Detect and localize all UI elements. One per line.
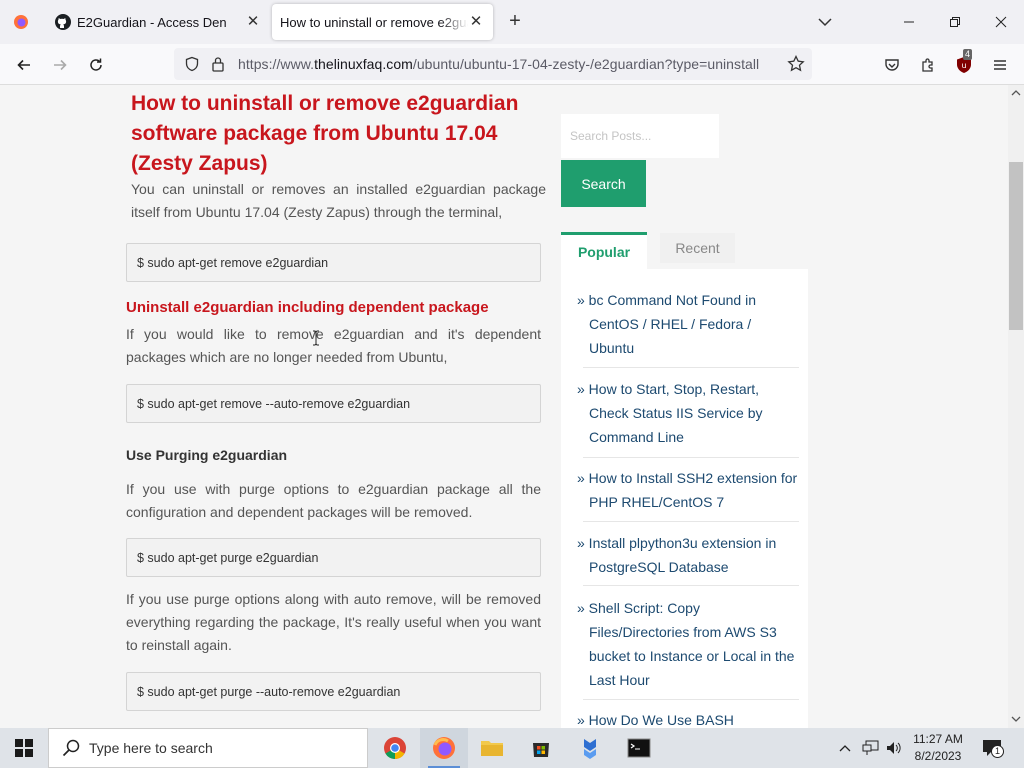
restore-icon[interactable] xyxy=(932,0,978,44)
divider xyxy=(583,367,799,368)
show-hidden-icons-chevron-icon[interactable] xyxy=(838,741,852,759)
windows-taskbar: Type here to search 11:27 AM 8/2/2023 1 xyxy=(0,728,1024,768)
hamburger-menu-icon[interactable] xyxy=(988,53,1012,77)
url-prefix: https://www. xyxy=(238,56,315,72)
tab-uninstall-e2guardian[interactable]: How to uninstall or remove e2guardian ✕ xyxy=(272,4,493,40)
minimize-icon[interactable] xyxy=(886,0,932,44)
back-arrow-icon[interactable] xyxy=(12,53,36,77)
popular-post-link[interactable]: » How Do We Use BASH xyxy=(575,708,799,728)
scrollbar-thumb[interactable] xyxy=(1009,162,1023,330)
dependent-paragraph: If you would like to remove e2guardian a… xyxy=(126,326,541,365)
clock-date: 8/2/2023 xyxy=(914,749,962,763)
taskbar-search-box[interactable]: Type here to search xyxy=(48,728,368,768)
url-path: /ubuntu/ubuntu-17-04-zesty-/e2guardian?t… xyxy=(412,56,760,72)
url-domain: thelinuxfaq.com xyxy=(314,56,413,72)
post-title: » Shell Script: Copy Files/Directories f… xyxy=(577,600,795,688)
popular-post-link[interactable]: » Install plpython3u extension in Postgr… xyxy=(575,531,799,579)
url-text[interactable]: https://www.thelinuxfaq.com/ubuntu/ubunt… xyxy=(238,56,759,72)
scroll-up-arrow-icon[interactable] xyxy=(1011,89,1021,97)
search-button[interactable]: Search xyxy=(561,160,646,207)
notification-center-icon[interactable]: 1 xyxy=(982,739,1004,762)
command-box[interactable]: $ sudo apt-get remove --auto-remove e2gu… xyxy=(126,384,541,423)
network-app-icon[interactable] xyxy=(566,728,614,768)
notification-count: 1 xyxy=(991,745,1004,758)
extensions-puzzle-icon[interactable] xyxy=(916,53,940,77)
tab-popular[interactable]: Popular xyxy=(561,232,647,270)
post-title: » bc Command Not Found in CentOS / RHEL … xyxy=(577,292,756,356)
firefox-taskbar-icon[interactable] xyxy=(420,728,468,768)
post-title: » Install plpython3u extension in Postgr… xyxy=(577,535,777,575)
firefox-view-icon[interactable] xyxy=(0,0,42,44)
intro-paragraph: You can uninstall or removes an installe… xyxy=(131,181,546,220)
forward-arrow-icon[interactable] xyxy=(48,53,72,77)
tab-recent[interactable]: Recent xyxy=(660,233,735,263)
close-window-icon[interactable] xyxy=(978,0,1024,44)
popular-post-link[interactable]: » How to Install SSH2 extension for PHP … xyxy=(575,466,799,514)
svg-text:u: u xyxy=(961,61,966,70)
post-title: » How Do We Use BASH xyxy=(577,712,734,728)
purge-auto-paragraph: If you use purge options along with auto… xyxy=(126,591,541,653)
divider xyxy=(583,521,799,522)
text-cursor-icon xyxy=(312,330,320,351)
github-icon xyxy=(55,14,71,33)
popular-post-link[interactable]: » bc Command Not Found in CentOS / RHEL … xyxy=(575,288,799,360)
scroll-down-arrow-icon[interactable] xyxy=(1011,715,1021,723)
popular-post-link[interactable]: » How to Start, Stop, Restart, Check Sta… xyxy=(575,377,799,449)
tab-title: How to uninstall or remove e2guardian xyxy=(280,14,468,30)
ublock-origin-icon[interactable]: u 4 xyxy=(952,49,976,77)
extension-badge: 4 xyxy=(963,49,973,60)
popular-post-link[interactable]: » Shell Script: Copy Files/Directories f… xyxy=(575,596,799,692)
taskbar-clock[interactable]: 11:27 AM 8/2/2023 xyxy=(908,731,968,765)
new-tab-button[interactable]: + xyxy=(503,10,527,34)
address-bar[interactable]: https://www.thelinuxfaq.com/ubuntu/ubunt… xyxy=(174,48,812,80)
page-content: How to uninstall or remove e2guardian so… xyxy=(0,85,1008,728)
close-tab-icon[interactable]: ✕ xyxy=(467,13,485,31)
post-title: » How to Install SSH2 extension for PHP … xyxy=(577,470,798,510)
search-posts-input[interactable] xyxy=(561,114,719,158)
clock-time: 11:27 AM xyxy=(913,732,963,746)
reload-icon[interactable] xyxy=(84,53,108,77)
post-title: » How to Start, Stop, Restart, Check Sta… xyxy=(577,381,763,445)
taskbar-search-placeholder: Type here to search xyxy=(89,740,213,756)
close-tab-icon[interactable]: ✕ xyxy=(244,13,262,31)
search-icon xyxy=(62,739,80,757)
lock-icon[interactable] xyxy=(211,56,225,77)
divider xyxy=(583,457,799,458)
section-heading-purge: Use Purging e2guardian xyxy=(126,447,288,463)
chrome-icon[interactable] xyxy=(371,728,419,768)
terminal-icon[interactable] xyxy=(615,728,663,768)
navigation-toolbar: https://www.thelinuxfaq.com/ubuntu/ubunt… xyxy=(0,44,1024,85)
volume-icon[interactable] xyxy=(885,740,903,761)
command-box[interactable]: $ sudo apt-get purge --auto-remove e2gua… xyxy=(126,672,541,711)
tab-title: E2Guardian - Access Denied xyxy=(77,14,227,30)
section-heading-dependent: Uninstall e2guardian including dependent… xyxy=(126,299,489,316)
divider xyxy=(583,699,799,700)
microsoft-store-icon[interactable] xyxy=(517,728,565,768)
pocket-icon[interactable] xyxy=(880,53,904,77)
list-all-tabs-icon[interactable] xyxy=(815,12,835,32)
purge-paragraph: If you use with purge options to e2guard… xyxy=(126,481,541,520)
bookmark-star-icon[interactable] xyxy=(787,54,805,78)
tab-strip: E2Guardian - Access Denied ✕ How to unin… xyxy=(0,0,1024,44)
article-title: How to uninstall or remove e2guardian so… xyxy=(131,92,519,175)
command-box[interactable]: $ sudo apt-get purge e2guardian xyxy=(126,538,541,577)
tab-e2guardian-access-denied[interactable]: E2Guardian - Access Denied ✕ xyxy=(44,4,270,40)
network-icon[interactable] xyxy=(862,740,880,761)
divider xyxy=(583,585,799,586)
command-box[interactable]: $ sudo apt-get remove e2guardian xyxy=(126,243,541,282)
file-explorer-icon[interactable] xyxy=(468,728,516,768)
tracking-protection-shield-icon[interactable] xyxy=(184,56,200,77)
windows-start-icon[interactable] xyxy=(0,728,48,768)
